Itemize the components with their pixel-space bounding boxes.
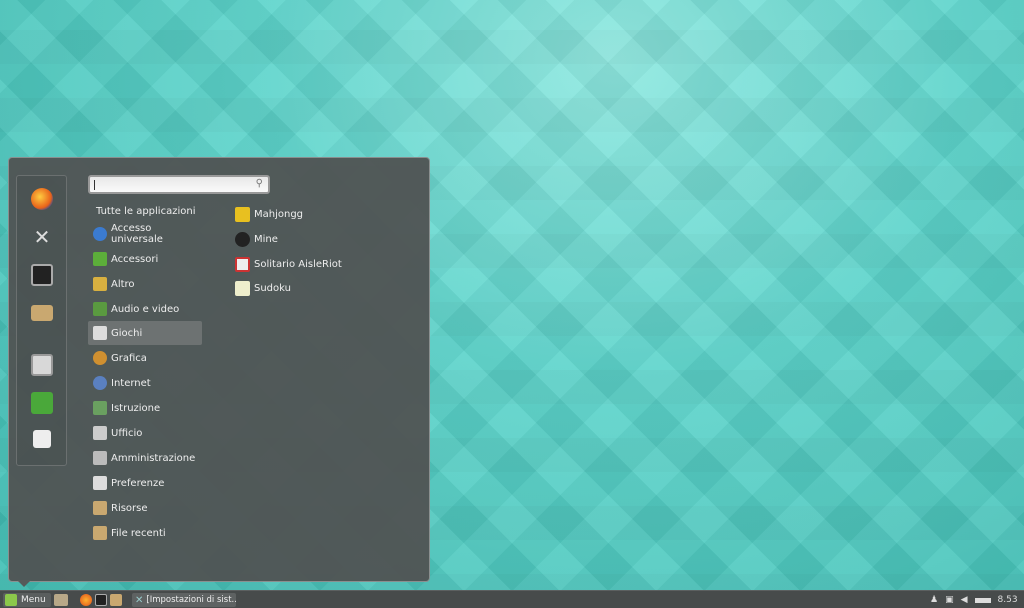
category-label: Accesso universale xyxy=(111,223,163,245)
search-input[interactable]: ⚲ xyxy=(88,175,270,194)
mine-icon xyxy=(235,231,250,247)
mint-logo-icon xyxy=(5,594,17,606)
category-label: Risorse xyxy=(111,502,148,514)
terminal-launcher-icon[interactable] xyxy=(95,594,107,606)
battery-icon[interactable] xyxy=(974,597,991,603)
search-icon: ⚲ xyxy=(255,178,263,189)
category-label: Preferenze xyxy=(111,477,165,489)
clock[interactable]: 8.53 xyxy=(998,595,1018,605)
office-icon xyxy=(93,426,107,440)
user-icon[interactable]: ♟ xyxy=(930,595,938,605)
accessibility-icon xyxy=(93,227,107,241)
network-icon[interactable]: ▣ xyxy=(945,595,954,605)
category-istruzione[interactable]: Istruzione xyxy=(88,396,202,420)
category-label: Giochi xyxy=(111,327,143,339)
menu-button[interactable]: Menu xyxy=(3,593,51,607)
terminal-icon[interactable] xyxy=(31,264,53,286)
application-menu: ✕ ⚲ Tutte le applicazioni Accesso univer… xyxy=(8,157,430,582)
category-altro[interactable]: Altro xyxy=(88,272,202,296)
app-mine[interactable]: Mine xyxy=(235,229,278,249)
category-label: Grafica xyxy=(111,352,147,364)
category-amministrazione[interactable]: Amministrazione xyxy=(88,446,202,470)
recent-folder-icon xyxy=(93,526,107,540)
category-ufficio[interactable]: Ufficio xyxy=(88,421,202,445)
lock-screen-icon[interactable] xyxy=(31,354,53,376)
category-giochi[interactable]: Giochi xyxy=(88,321,202,345)
mahjongg-icon xyxy=(235,206,250,222)
places-folder-icon xyxy=(93,501,107,515)
app-label: Sudoku xyxy=(254,282,291,294)
firefox-icon[interactable] xyxy=(31,188,53,210)
category-risorse[interactable]: Risorse xyxy=(88,496,202,520)
app-label: Solitario AisleRiot xyxy=(254,258,342,270)
category-label: Accessori xyxy=(111,253,159,265)
app-label: Mine xyxy=(254,233,278,245)
show-desktop-icon[interactable] xyxy=(54,594,68,606)
category-file-recenti[interactable]: File recenti xyxy=(88,521,202,545)
category-label: Ufficio xyxy=(111,427,143,439)
app-label: Mahjongg xyxy=(254,208,304,220)
category-label: File recenti xyxy=(111,527,166,539)
category-accesso-universale[interactable]: Accesso universale xyxy=(88,222,202,246)
window-label: [Impostazioni di sist... xyxy=(146,595,236,605)
category-label: Tutte le applicazioni xyxy=(96,205,196,217)
favorites-panel: ✕ xyxy=(16,175,67,466)
window-button-settings[interactable]: ✕ [Impostazioni di sist... xyxy=(132,593,236,607)
files-launcher-icon[interactable] xyxy=(110,594,122,606)
logout-icon[interactable] xyxy=(31,392,53,414)
firefox-launcher-icon[interactable] xyxy=(80,594,92,606)
menu-label: Menu xyxy=(21,595,46,605)
volume-icon[interactable]: ◀ xyxy=(961,595,968,605)
sudoku-icon xyxy=(235,280,250,296)
other-icon xyxy=(93,277,107,291)
category-grafica[interactable]: Grafica xyxy=(88,346,202,370)
games-icon xyxy=(93,326,107,340)
category-audio-video[interactable]: Audio e video xyxy=(88,297,202,321)
text-cursor xyxy=(94,180,95,190)
category-label: Amministrazione xyxy=(111,452,196,464)
taskbar: Menu ✕ [Impostazioni di sist... ♟ ▣ ◀ 8.… xyxy=(0,590,1024,608)
category-label: Audio e video xyxy=(111,303,180,315)
category-label: Altro xyxy=(111,278,135,290)
app-solitario-aisleriot[interactable]: Solitario AisleRiot xyxy=(235,254,342,274)
accessories-icon xyxy=(93,252,107,266)
multimedia-icon xyxy=(93,302,107,316)
shutdown-icon[interactable] xyxy=(33,430,51,448)
settings-icon: ✕ xyxy=(135,594,144,606)
education-icon xyxy=(93,401,107,415)
folder-icon[interactable] xyxy=(31,305,53,321)
category-all[interactable]: Tutte le applicazioni xyxy=(88,199,202,223)
category-internet[interactable]: Internet xyxy=(88,371,202,395)
category-label: Internet xyxy=(111,377,151,389)
system-settings-icon[interactable]: ✕ xyxy=(31,226,53,248)
menu-pointer xyxy=(17,580,31,587)
category-accessori[interactable]: Accessori xyxy=(88,247,202,271)
graphics-icon xyxy=(93,351,107,365)
app-mahjongg[interactable]: Mahjongg xyxy=(235,204,303,224)
app-sudoku[interactable]: Sudoku xyxy=(235,278,291,298)
preferences-icon xyxy=(93,476,107,490)
category-label: Istruzione xyxy=(111,402,161,414)
category-preferenze[interactable]: Preferenze xyxy=(88,471,202,495)
cards-icon xyxy=(235,256,250,272)
internet-icon xyxy=(93,376,107,390)
administration-icon xyxy=(93,451,107,465)
